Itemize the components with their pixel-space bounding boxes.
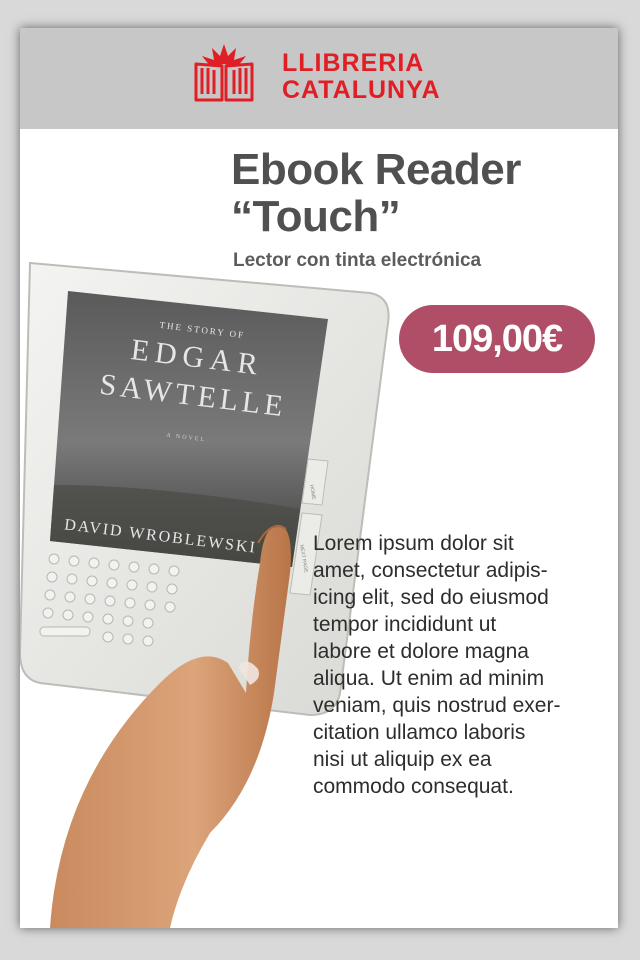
brand-line-2: CATALUNYA [282, 76, 441, 104]
brand-line-1: LLIBRERIA [282, 49, 425, 77]
price-badge: 109,00€ [399, 305, 595, 373]
brand-name: LLIBRERIA CATALUNYA [282, 50, 441, 104]
product-description: Lorem ipsum dolor sit amet, consectetur … [313, 532, 561, 798]
product-subtitle: Lector con tinta electrónica [233, 250, 482, 271]
header-bar: LLIBRERIA CATALUNYA [20, 28, 618, 129]
ad-card: LLIBRERIA CATALUNYA THE STORY OF EDGAR S… [20, 28, 618, 928]
product-title-line-2: “Touch” [231, 192, 401, 241]
book-logo-icon [194, 44, 254, 102]
product-title: Ebook Reader “Touch” [231, 146, 521, 240]
product-title-line-1: Ebook Reader [231, 145, 521, 194]
